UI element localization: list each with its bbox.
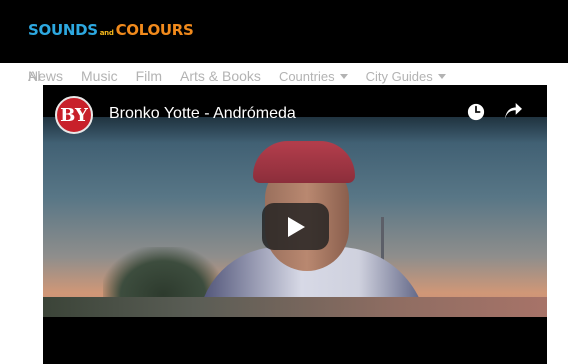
- caret-down-icon: [437, 73, 446, 79]
- video-title[interactable]: Bronko Yotte - Andrómeda: [109, 105, 296, 123]
- video-scene-cap: [253, 141, 355, 183]
- nav-item-city-guides[interactable]: City Guides: [366, 69, 446, 84]
- nav-label: Countries: [278, 68, 335, 84]
- nav-item-countries[interactable]: Countries: [279, 69, 348, 84]
- play-button[interactable]: [262, 203, 329, 250]
- logo-word-sounds: SOUNDS: [28, 21, 98, 39]
- main-nav: News Music Film Arts & Books Countries C…: [28, 66, 464, 86]
- nav-item-music[interactable]: Music: [81, 68, 118, 84]
- site-header: SOUNDS and COLOURS: [0, 0, 568, 63]
- video-player[interactable]: BY Bronko Yotte - Andrómeda: [43, 85, 547, 364]
- video-scene-ground: [43, 297, 547, 317]
- share-arrow-icon[interactable]: [503, 103, 523, 121]
- page: SOUNDS and COLOURS News Music Film Arts …: [0, 0, 587, 364]
- nav-label: City Guides: [365, 68, 433, 84]
- nav-label: Arts & Books: [180, 68, 261, 84]
- channel-avatar[interactable]: BY: [55, 96, 93, 134]
- play-icon: [287, 216, 305, 237]
- video-title-bar: BY Bronko Yotte - Andrómeda: [43, 85, 547, 143]
- site-logo[interactable]: SOUNDS and COLOURS: [28, 21, 194, 39]
- nav-item-overflow[interactable]: Al: [28, 66, 40, 86]
- clock-icon[interactable]: [467, 103, 485, 121]
- logo-word-colours: COLOURS: [115, 21, 194, 39]
- nav-item-film[interactable]: Film: [136, 68, 162, 84]
- nav-label: Music: [81, 68, 118, 84]
- nav-label: Film: [135, 68, 163, 84]
- logo-word-and: and: [99, 29, 114, 37]
- caret-down-icon: [339, 73, 348, 79]
- nav-item-arts-books[interactable]: Arts & Books: [180, 68, 261, 84]
